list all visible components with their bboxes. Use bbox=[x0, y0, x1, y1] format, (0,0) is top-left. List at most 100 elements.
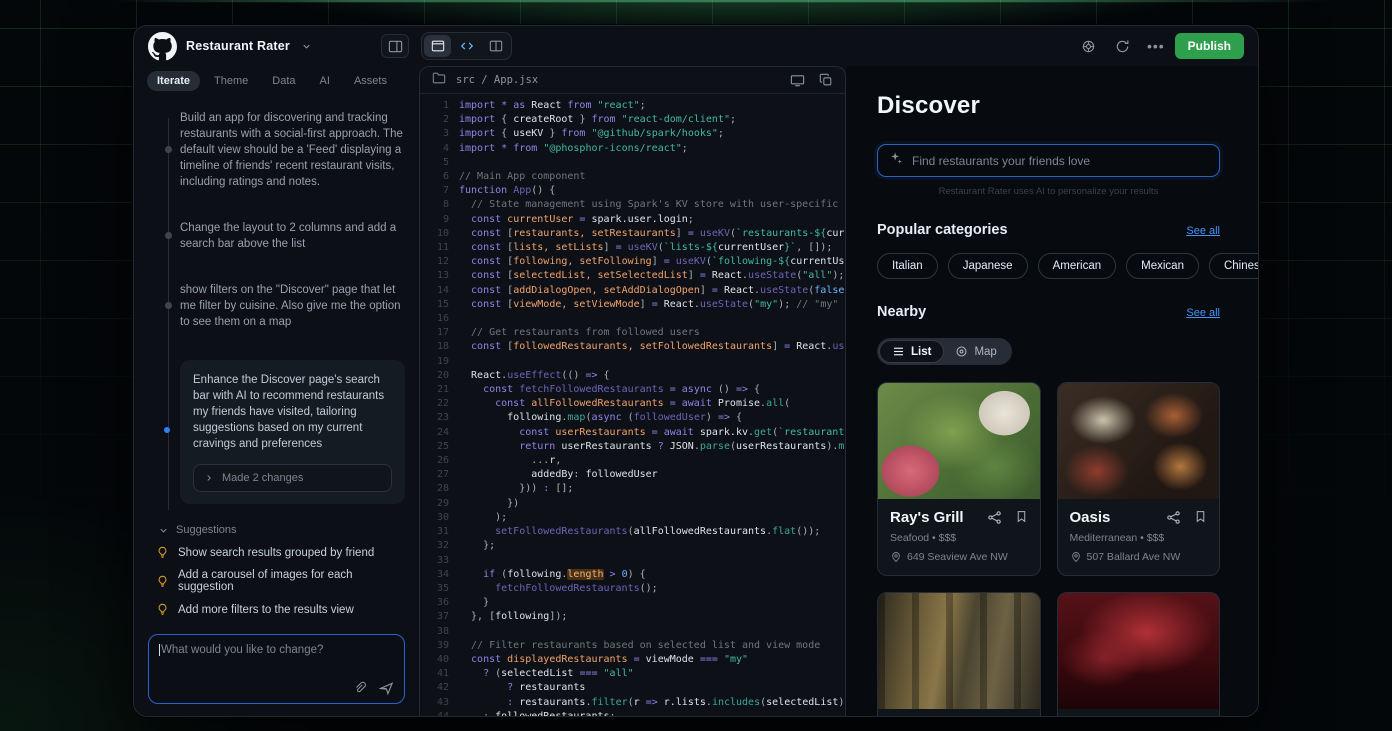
line-number: 42 bbox=[420, 681, 449, 695]
chat-message-active[interactable]: Enhance the Discover page's search bar w… bbox=[180, 360, 405, 504]
code-view-button[interactable] bbox=[453, 35, 480, 57]
more-options-button[interactable]: ••• bbox=[1143, 38, 1169, 54]
publish-button[interactable]: Publish bbox=[1175, 33, 1244, 59]
code-line: 34 if (following.length > 0) { bbox=[420, 568, 845, 582]
changes-expander[interactable]: Made 2 changes bbox=[193, 464, 392, 492]
header-title-group[interactable]: Restaurant Rater bbox=[148, 32, 312, 61]
tab-iterate[interactable]: Iterate bbox=[147, 71, 200, 91]
app-title: Restaurant Rater bbox=[186, 39, 290, 53]
text-caret bbox=[159, 644, 160, 656]
line-number: 22 bbox=[420, 397, 449, 411]
tab-theme[interactable]: Theme bbox=[204, 71, 258, 91]
map-toggle-button[interactable]: Map bbox=[943, 341, 1008, 362]
tab-data[interactable]: Data bbox=[262, 71, 305, 91]
chat-composer[interactable]: What would you like to change? bbox=[148, 634, 405, 704]
line-number: 41 bbox=[420, 667, 449, 681]
restaurant-card[interactable]: Ray's Grill Seafood • $$$ 649 Seaview Av… bbox=[877, 382, 1041, 576]
location-pin-icon bbox=[890, 551, 902, 563]
line-number: 17 bbox=[420, 326, 449, 340]
line-number: 31 bbox=[420, 525, 449, 539]
search-placeholder: Find restaurants your friends love bbox=[912, 154, 1090, 168]
background-top-line bbox=[111, 0, 1336, 2]
copy-icon[interactable] bbox=[819, 73, 833, 88]
code-line: 38 bbox=[420, 625, 845, 639]
code-line: 20 React.useEffect(() => { bbox=[420, 369, 845, 383]
line-number: 4 bbox=[420, 142, 449, 156]
message-text: Change the layout to 2 columns and add a… bbox=[180, 220, 405, 252]
line-number: 43 bbox=[420, 696, 449, 710]
window-body: IterateThemeDataAIAssets Build an app fo… bbox=[134, 66, 1258, 716]
restaurant-photo bbox=[1058, 593, 1220, 709]
restaurant-photo bbox=[1058, 383, 1220, 499]
editor-header: src / App.jsx bbox=[420, 67, 845, 94]
code-content[interactable]: 1import * as React from "react"; 2import… bbox=[420, 94, 845, 716]
line-number: 1 bbox=[420, 99, 449, 113]
suggestions-list: Show search results grouped by friend Add… bbox=[156, 546, 405, 616]
category-pill-american[interactable]: American bbox=[1038, 253, 1117, 279]
category-pill-mexican[interactable]: Mexican bbox=[1126, 253, 1199, 279]
browser-view-button[interactable] bbox=[424, 35, 451, 57]
suggestion-text: Add a carousel of images for each sugges… bbox=[178, 569, 405, 593]
line-number: 25 bbox=[420, 440, 449, 454]
code-line: 16 bbox=[420, 312, 845, 326]
card-name: Oasis bbox=[1070, 509, 1167, 526]
nearby-see-all-link[interactable]: See all bbox=[1186, 307, 1220, 319]
line-number: 10 bbox=[420, 227, 449, 241]
share-icon[interactable] bbox=[1166, 510, 1181, 525]
line-number: 14 bbox=[420, 284, 449, 298]
code-line: 6// Main App component bbox=[420, 170, 845, 184]
refresh-icon[interactable] bbox=[1109, 34, 1137, 58]
share-icon[interactable] bbox=[987, 510, 1002, 525]
bookmark-icon[interactable] bbox=[1194, 510, 1207, 525]
line-number: 8 bbox=[420, 198, 449, 212]
suggestion-item[interactable]: Show search results grouped by friend bbox=[156, 546, 405, 559]
line-number: 36 bbox=[420, 596, 449, 610]
suggestion-item[interactable]: Add more filters to the results view bbox=[156, 603, 405, 616]
suggestions-header[interactable]: Suggestions bbox=[156, 524, 405, 536]
card-cuisine: Mediterranean • $$$ bbox=[1070, 532, 1208, 544]
file-breadcrumb[interactable]: src / App.jsx bbox=[456, 74, 538, 86]
app-preview-panel: Discover Find restaurants your friends l… bbox=[846, 66, 1258, 716]
category-pill-japanese[interactable]: Japanese bbox=[948, 253, 1028, 279]
nearby-section-header: Nearby See all bbox=[877, 304, 1220, 320]
line-number: 20 bbox=[420, 369, 449, 383]
search-input[interactable]: Find restaurants your friends love bbox=[877, 144, 1220, 177]
code-line: 11 const [lists, setLists] = useKV(`list… bbox=[420, 241, 845, 255]
chevron-down-icon[interactable] bbox=[301, 41, 312, 52]
restaurant-card[interactable]: Asadero bbox=[877, 592, 1041, 716]
attach-icon[interactable] bbox=[353, 681, 367, 696]
collapse-panel-button[interactable] bbox=[381, 34, 409, 58]
code-line: 36 } bbox=[420, 596, 845, 610]
code-line: 40 const displayedRestaurants = viewMode… bbox=[420, 653, 845, 667]
chat-message[interactable]: show filters on the "Discover" page that… bbox=[147, 282, 405, 330]
list-toggle-button[interactable]: List bbox=[880, 341, 943, 362]
line-number: 11 bbox=[420, 241, 449, 255]
line-number: 13 bbox=[420, 269, 449, 283]
split-view-button[interactable] bbox=[482, 35, 509, 57]
suggestion-item[interactable]: Add a carousel of images for each sugges… bbox=[156, 569, 405, 593]
line-number: 2 bbox=[420, 113, 449, 127]
chat-message[interactable]: Build an app for discovering and trackin… bbox=[147, 110, 405, 190]
code-line: 13 const [selectedList, setSelectedList]… bbox=[420, 269, 845, 283]
location-pin-icon bbox=[1070, 551, 1082, 563]
category-pill-italian[interactable]: Italian bbox=[877, 253, 938, 279]
tab-ai[interactable]: AI bbox=[310, 71, 340, 91]
line-number: 26 bbox=[420, 454, 449, 468]
restaurant-card[interactable]: Oasis Mediterranean • $$$ 507 Ballard Av… bbox=[1057, 382, 1221, 576]
code-editor-panel: src / App.jsx 1import * as React from "r… bbox=[419, 66, 846, 716]
device-preview-icon[interactable] bbox=[790, 73, 805, 88]
code-line: 30 ); bbox=[420, 511, 845, 525]
line-number: 39 bbox=[420, 639, 449, 653]
chat-message[interactable]: Change the layout to 2 columns and add a… bbox=[147, 220, 405, 252]
restaurant-card[interactable]: Ocho bbox=[1057, 592, 1221, 716]
tab-assets[interactable]: Assets bbox=[344, 71, 397, 91]
changes-label: Made 2 changes bbox=[222, 472, 303, 484]
categories-see-all-link[interactable]: See all bbox=[1186, 225, 1220, 237]
bookmark-icon[interactable] bbox=[1015, 510, 1028, 525]
line-number: 34 bbox=[420, 568, 449, 582]
send-icon[interactable] bbox=[379, 681, 394, 696]
code-line: 27 addedBy: followedUser bbox=[420, 468, 845, 482]
settings-icon[interactable] bbox=[1075, 34, 1103, 58]
category-pill-chinese[interactable]: Chinese bbox=[1209, 253, 1258, 279]
code-line: 42 ? restaurants bbox=[420, 681, 845, 695]
